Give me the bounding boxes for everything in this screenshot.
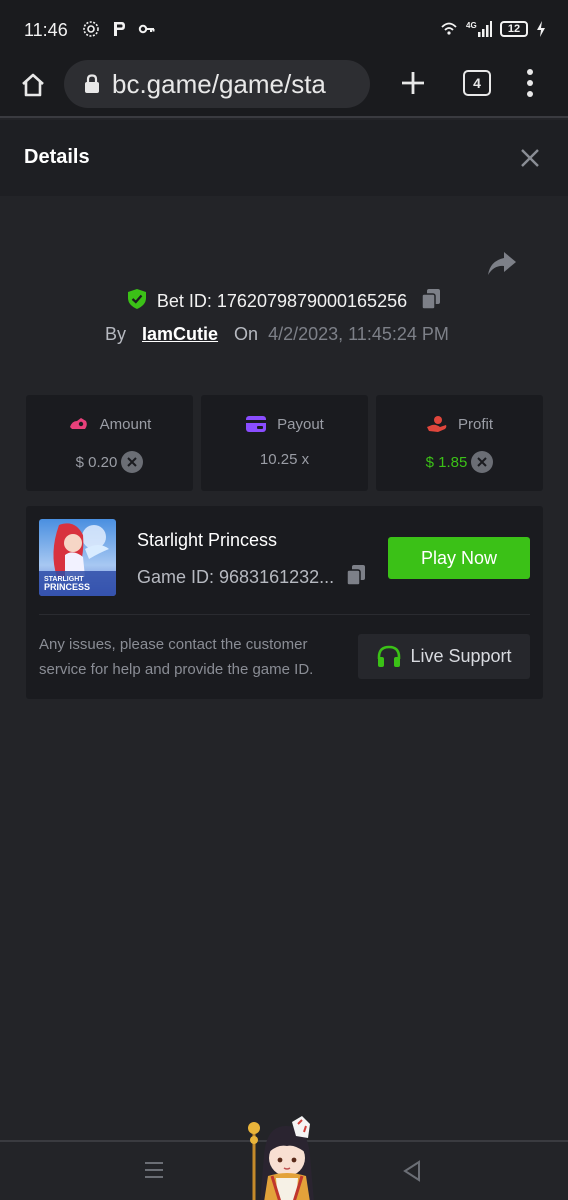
amount-icon [69,418,87,429]
copy-bet-id-button[interactable] [417,288,441,315]
amount-card: Amount $ 0.20 [26,395,193,491]
payout-card-icon [246,416,267,432]
share-icon [488,252,516,275]
play-now-button[interactable]: Play Now [388,537,530,579]
back-triangle-icon [403,1160,420,1182]
on-label: On [234,324,259,344]
close-icon [521,149,539,167]
tab-switcher-button[interactable]: 4 [463,70,491,96]
verified-shield-icon [127,288,147,315]
bet-author-row: By IamCutie On 4/2/2023, 11:45:24 PM [105,324,449,345]
bet-id-row: Bet ID: 1762079879000165256 [0,288,568,315]
system-nav-bar [0,1116,568,1200]
address-bar[interactable]: bc.game/game/sta [64,60,370,108]
home-icon [22,73,44,97]
profit-value: $ 1.85 [425,453,468,471]
amount-value: $ 0.20 [75,453,118,471]
payout-value: 10.25 x [259,451,310,468]
new-tab-button[interactable] [396,66,430,100]
charging-icon [536,20,546,38]
home-mascot-button[interactable] [236,1116,328,1200]
url-text: bc.game/game/sta [112,68,326,99]
details-header: Details [0,120,568,196]
support-notice: Any issues, please contact the customer … [39,636,314,678]
plus-icon [402,72,424,94]
game-thumbnail[interactable]: STARLIGHT PRINCESS [39,519,116,596]
headset-icon [378,645,401,667]
recent-apps-button[interactable] [145,1162,163,1178]
status-left-icons [82,20,156,38]
lock-icon [82,74,102,94]
game-name[interactable]: Starlight Princess [137,530,277,551]
back-button[interactable] [402,1160,422,1182]
signal-icon: 4G [466,20,492,38]
game-card: STARLIGHT PRINCESS Starlight Princess Ga… [26,506,543,699]
profit-card: Profit $ 1.85 [376,395,543,491]
divider [39,614,530,615]
live-support-button[interactable]: Live Support [358,634,530,679]
status-time: 11:46 [24,20,68,40]
bet-id: Bet ID: 1762079879000165256 [156,291,408,311]
vpn-icon [440,20,458,38]
status-right-icons: 4G 12 [440,20,546,38]
amount-label: Amount [99,415,152,433]
page-title: Details [24,146,90,168]
battery-icon: 12 [500,21,528,37]
bet-date: 4/2/2023, 11:45:24 PM [268,324,449,344]
home-button[interactable] [16,68,50,102]
username-link[interactable]: IamCutie [142,324,218,345]
thumb-title-line2: PRINCESS [44,582,90,592]
copy-icon [421,289,441,310]
payout-label: Payout [277,415,324,433]
live-support-label: Live Support [410,646,512,666]
by-label: By [105,324,127,344]
coin-icon [471,451,494,473]
payout-card: Payout 10.25 x [201,395,368,491]
browser-toolbar: bc.game/game/sta 4 [0,60,568,118]
close-button[interactable] [518,146,542,170]
profit-icon [426,416,447,432]
share-button[interactable] [486,250,518,278]
instagram-icon [82,20,100,38]
mascot-icon [248,1116,314,1200]
game-id: Game ID: 9683161232... [137,567,335,587]
profit-label: Profit [457,415,493,433]
coin-icon [121,451,144,473]
p-icon [110,20,128,38]
copy-icon [346,565,366,586]
copy-game-id-button[interactable] [346,564,366,591]
status-bar: 11:46 4G 12 [0,0,568,60]
svg-text:4G: 4G [466,21,477,30]
more-vert-icon[interactable] [516,66,544,100]
game-id-row: Game ID: 9683161232... [137,564,366,591]
key-icon [138,20,156,38]
